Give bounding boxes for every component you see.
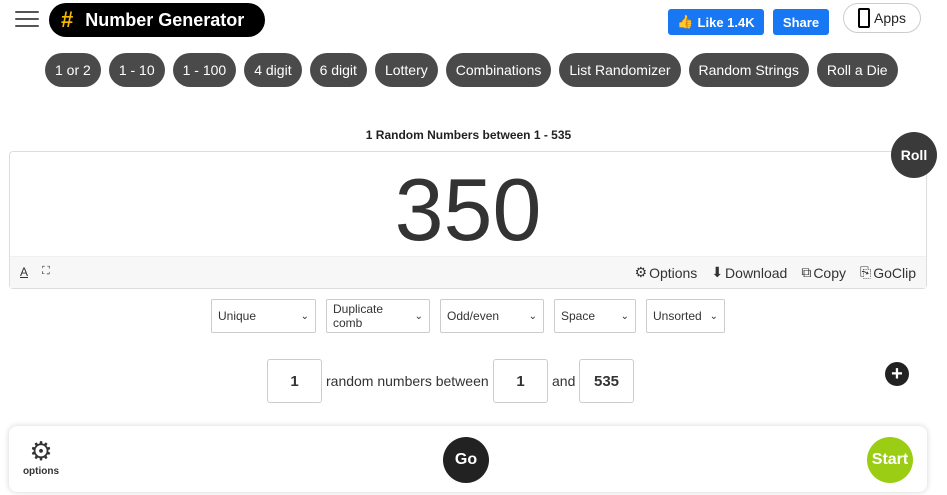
roll-button[interactable]: Roll xyxy=(891,132,937,178)
chevron-down-icon: ⌄ xyxy=(528,310,537,322)
space-select[interactable]: Space ⌄ xyxy=(554,299,636,333)
min-input[interactable]: 1 xyxy=(493,359,548,403)
chevron-down-icon: ⌄ xyxy=(620,310,629,322)
category-pill-4-digit[interactable]: 4 digit xyxy=(244,53,302,87)
category-pill-combinations[interactable]: Combinations xyxy=(445,53,552,87)
category-pill-lottery[interactable]: Lottery xyxy=(374,53,438,87)
count-input[interactable]: 1 xyxy=(267,359,322,403)
category-nav: 1 or 2 1 - 10 1 - 100 4 digit 6 digit Lo… xyxy=(45,53,898,87)
options-label: options xyxy=(22,466,60,477)
phone-icon xyxy=(858,8,871,28)
copy-icon: ⧉ xyxy=(801,264,812,280)
copy-button[interactable]: ⧉ Copy xyxy=(801,264,846,281)
options-button[interactable]: ⚙ options xyxy=(23,438,59,477)
goclip-label: GoClip xyxy=(873,264,916,281)
facebook-share-button[interactable]: Share xyxy=(773,9,829,35)
space-select-value: Space xyxy=(561,309,596,323)
category-pill-random-strings[interactable]: Random Strings xyxy=(688,53,809,87)
go-button[interactable]: Go xyxy=(443,437,489,483)
max-input[interactable]: 535 xyxy=(579,359,634,403)
category-pill-list-randomizer[interactable]: List Randomizer xyxy=(559,53,681,87)
category-pill-1-or-2[interactable]: 1 or 2 xyxy=(45,53,101,87)
brand-title: Number Generator xyxy=(85,9,245,30)
clipboard-icon: ⎘ xyxy=(860,264,872,280)
start-button[interactable]: Start xyxy=(867,437,913,483)
options-selects: Unique ⌄ Duplicate comb ⌄ Odd/even ⌄ Spa… xyxy=(211,299,725,333)
fullscreen-icon[interactable]: ⛶ xyxy=(42,265,50,279)
chevron-down-icon: ⌄ xyxy=(300,310,309,322)
and-label: and xyxy=(552,373,576,389)
unique-select-value: Unique xyxy=(218,309,257,323)
text-size-icon[interactable]: A xyxy=(20,265,28,279)
download-button[interactable]: ⬇ Download xyxy=(711,264,787,281)
gear-icon: ⚙ xyxy=(29,436,53,466)
brand-logo[interactable]: # Number Generator xyxy=(49,3,265,37)
menu-icon[interactable] xyxy=(15,11,39,28)
odd-even-select-value: Odd/even xyxy=(447,309,500,323)
hash-icon: # xyxy=(61,7,74,32)
result-toolbar: A ⛶ ⚙ Options ⬇ Download ⧉ Copy ⎘ GoClip xyxy=(10,256,926,288)
options-tool-label: Options xyxy=(649,264,698,281)
duplicate-select-value: Duplicate comb xyxy=(333,302,384,330)
result-number: 350 xyxy=(394,160,542,259)
between-label: random numbers between xyxy=(326,373,489,389)
result-box: 350 A ⛶ ⚙ Options ⬇ Download ⧉ Copy ⎘ Go… xyxy=(9,151,927,289)
gear-icon: ⚙ xyxy=(634,264,648,280)
facebook-like-button[interactable]: 👍 Like 1.4K xyxy=(668,9,764,35)
chevron-down-icon: ⌄ xyxy=(414,310,423,322)
odd-even-select[interactable]: Odd/even ⌄ xyxy=(440,299,544,333)
category-pill-6-digit[interactable]: 6 digit xyxy=(309,53,367,87)
category-pill-roll-a-die[interactable]: Roll a Die xyxy=(816,53,898,87)
sort-select[interactable]: Unsorted ⌄ xyxy=(646,299,725,333)
download-icon: ⬇ xyxy=(711,264,724,280)
result-heading: 1 Random Numbers between 1 - 535 xyxy=(365,128,572,142)
apps-label: Apps xyxy=(874,10,906,26)
goclip-button[interactable]: ⎘ GoClip xyxy=(860,264,916,281)
chevron-down-icon: ⌄ xyxy=(709,310,718,322)
apps-button[interactable]: Apps xyxy=(843,3,921,33)
copy-label: Copy xyxy=(813,264,846,281)
duplicate-select[interactable]: Duplicate comb ⌄ xyxy=(326,299,430,333)
facebook-like-label: Like 1.4K xyxy=(697,14,755,30)
thumbs-up-icon: 👍 xyxy=(677,14,694,29)
category-pill-1-100[interactable]: 1 - 100 xyxy=(172,53,237,87)
unique-select[interactable]: Unique ⌄ xyxy=(211,299,316,333)
add-range-button[interactable]: + xyxy=(885,362,909,386)
options-tool-button[interactable]: ⚙ Options xyxy=(635,264,698,281)
download-label: Download xyxy=(725,264,788,281)
bottom-bar: ⚙ options Go Start xyxy=(9,426,927,492)
category-pill-1-10[interactable]: 1 - 10 xyxy=(108,53,165,87)
sort-select-value: Unsorted xyxy=(653,309,702,323)
